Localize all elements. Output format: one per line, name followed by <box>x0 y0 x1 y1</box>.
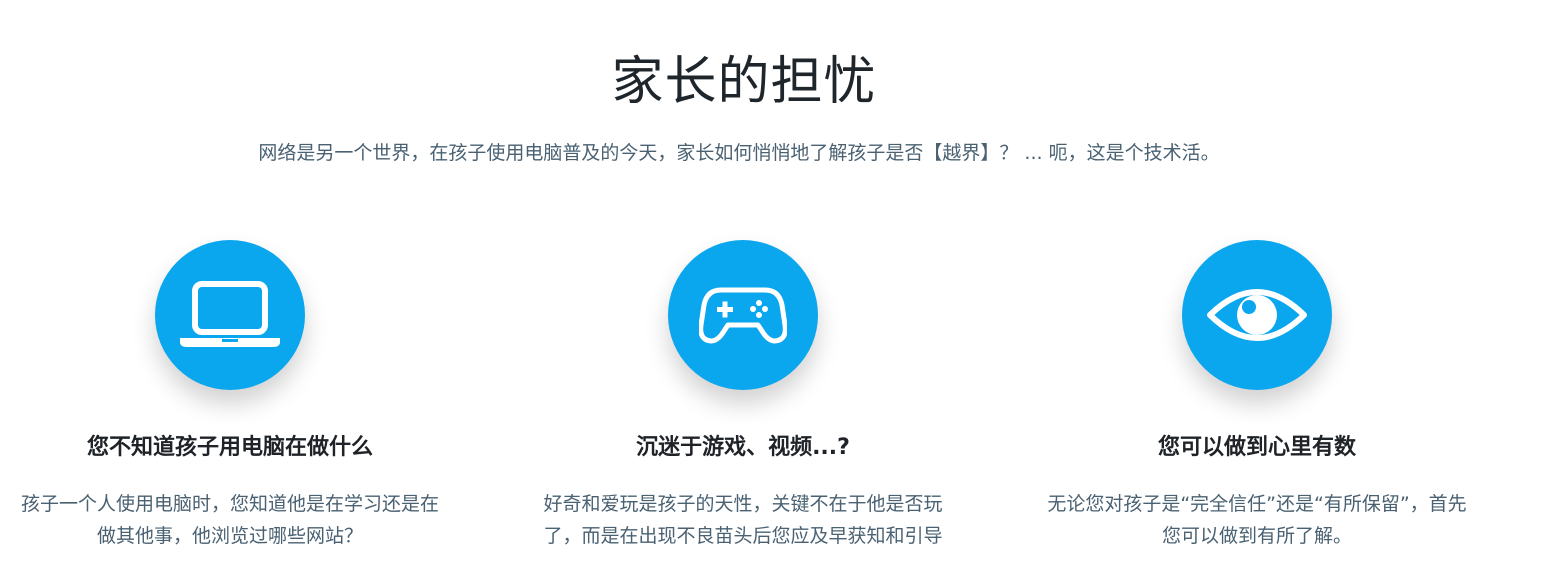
feature-card-games-videos: 沉迷于游戏、视频...? 好奇和爱玩是孩子的天性，关键不在于他是否玩了，而是在出… <box>523 240 963 552</box>
parents-concerns-section: 家长的担忧 网络是另一个世界，在孩子使用电脑普及的今天，家长如何悄悄地了解孩子是… <box>0 0 1548 586</box>
feature-title: 沉迷于游戏、视频...? <box>636 435 850 460</box>
section-subtitle: 网络是另一个世界，在孩子使用电脑普及的今天，家长如何悄悄地了解孩子是否【越界】？… <box>258 142 1220 164</box>
laptop-icon <box>180 281 280 347</box>
feature-description: 好奇和爱玩是孩子的天性，关键不在于他是否玩了，而是在出现不良苗头后您应及早获知和… <box>543 493 943 547</box>
feature-description: 无论您对孩子是“完全信任”还是“有所保留”，首先您可以做到有所了解。 <box>1047 493 1467 547</box>
eye-icon <box>1207 289 1307 341</box>
feature-title: 您可以做到心里有数 <box>1157 435 1356 460</box>
feature-icon-circle <box>155 240 305 390</box>
feature-card-unknown-activity: 您不知道孩子用电脑在做什么 孩子一个人使用电脑时，您知道他是在学习还是在做其他事… <box>10 240 450 552</box>
feature-icon-circle <box>1182 240 1332 390</box>
feature-icon-circle <box>668 240 818 390</box>
feature-title: 您不知道孩子用电脑在做什么 <box>86 435 373 460</box>
feature-description: 孩子一个人使用电脑时，您知道他是在学习还是在做其他事，他浏览过哪些网站？ <box>20 493 439 547</box>
section-title: 家长的担忧 <box>611 52 877 112</box>
feature-card-peace-of-mind: 您可以做到心里有数 无论您对孩子是“完全信任”还是“有所保留”，首先您可以做到有… <box>1037 240 1477 552</box>
gamepad-icon <box>699 287 787 344</box>
